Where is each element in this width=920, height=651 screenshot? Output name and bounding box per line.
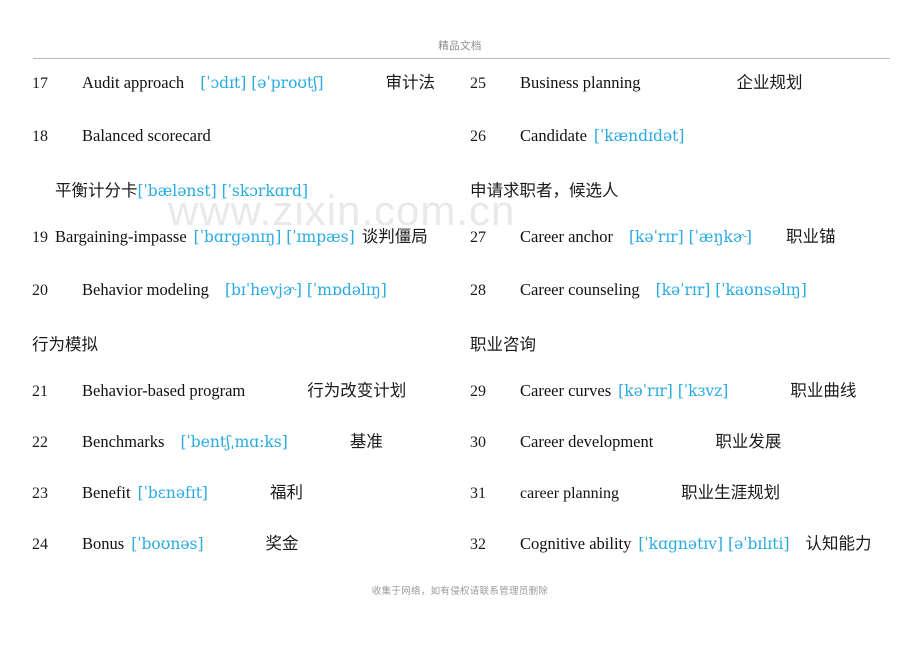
entry-translation: 职业生涯规划 <box>681 483 781 502</box>
entry-number: 22 <box>32 434 48 451</box>
header-title: 精品文档 <box>438 41 482 52</box>
entry-number: 29 <box>470 383 486 400</box>
entry-number: 26 <box>470 128 486 145</box>
entry-number: 19 <box>32 229 48 246</box>
entry-term: Behavior modeling <box>82 280 209 299</box>
entry-phonetic: [ˈkændɪdət] <box>593 127 685 145</box>
entry-phonetic: [ˈbælənst] [ˈskɔrkɑrd] <box>137 182 309 200</box>
entry-phonetic: [ˈbentʃˌmɑ:ks] <box>180 433 288 451</box>
entry-number: 18 <box>32 128 48 145</box>
glossary-entry-continuation: 职业咨询 <box>470 331 536 355</box>
entry-phonetic: [kəˈrɪr] [ˈkaʊnsəlɪŋ] <box>655 281 807 299</box>
entry-translation: 基准 <box>349 432 383 451</box>
entry-number: 25 <box>470 75 486 92</box>
glossary-entry-continuation: 申请求职者，候选人 <box>470 177 619 201</box>
entry-translation: 谈判僵局 <box>361 227 428 246</box>
glossary-entry: 26 Candidate [ˈkændɪdət] <box>470 126 685 146</box>
entry-translation: 职业锚 <box>785 227 836 246</box>
glossary-entry: 19 Bargaining-impasse [ˈbɑrgənɪŋ] [ˈɪmpæs]… <box>32 227 428 247</box>
entry-term: Benefit <box>82 483 131 502</box>
glossary-entry: 27 Career anchor [kəˈrɪr] [ˈæŋkɚ] 职业锚 <box>470 227 836 247</box>
glossary-entry: 21 Behavior-based program 行为改变计划 <box>32 381 407 401</box>
glossary-entry: 24 Bonus [ˈboʊnəs] 奖金 <box>32 534 299 554</box>
entry-translation: 企业规划 <box>736 73 803 92</box>
entry-term: Balanced scorecard <box>82 126 211 145</box>
entry-term: Career curves <box>520 381 612 400</box>
entry-translation: 认知能力 <box>805 534 872 553</box>
entry-phonetic: [ˈkɑgnətɪv] [əˈbɪlɪti] <box>638 535 790 553</box>
glossary-entry-continuation: 平衡计分卡[ˈbælənst] [ˈskɔrkɑrd] <box>55 177 308 201</box>
entry-translation: 福利 <box>269 483 303 502</box>
footer-note: 收集于网络，如有侵权请联系管理员删除 <box>371 587 549 597</box>
entry-term: Candidate <box>520 126 587 145</box>
glossary-entry: 30 Career development 职业发展 <box>470 432 782 452</box>
glossary-entry: 25 Business planning 企业规划 <box>470 73 803 93</box>
entry-term: Bargaining-impasse <box>55 227 187 246</box>
header-divider <box>33 58 890 59</box>
glossary-entry: 17 Audit approach [ˈɔdɪt] [əˈproʊtʃ] 审计法 <box>32 73 436 93</box>
entry-translation: 职业曲线 <box>790 381 857 400</box>
glossary-entry: 29 Career curves [kəˈrɪr] [ˈkɜvz] 职业曲线 <box>470 381 857 401</box>
entry-number: 23 <box>32 485 48 502</box>
entry-phonetic: [ˈbɑrgənɪŋ] [ˈɪmpæs] <box>193 228 355 246</box>
entry-translation: 职业发展 <box>715 432 782 451</box>
entry-term: Cognitive ability <box>520 534 632 553</box>
entry-term: Career anchor <box>520 227 613 246</box>
entry-number: 24 <box>32 536 48 553</box>
entry-number: 32 <box>470 536 486 553</box>
entry-phonetic: [kəˈrɪr] [ˈæŋkɚ] <box>628 228 752 246</box>
entry-phonetic: [ˈbɛnəfɪt] <box>137 484 208 502</box>
entry-translation: 职业咨询 <box>470 335 536 354</box>
glossary-entry: 23 Benefit [ˈbɛnəfɪt] 福利 <box>32 483 303 503</box>
entry-phonetic: [ˈboʊnəs] <box>131 535 204 553</box>
entry-translation: 平衡计分卡 <box>55 181 138 200</box>
entry-phonetic: [bɪˈhevjɚ] [ˈmɒdəlɪŋ] <box>224 281 387 299</box>
entry-number: 20 <box>32 282 48 299</box>
glossary-entry: 32 Cognitive ability [ˈkɑgnətɪv] [əˈbɪlɪti… <box>470 534 872 554</box>
glossary-entry: 28 Career counseling [kəˈrɪr] [ˈkaʊnsəlɪŋ] <box>470 280 807 300</box>
entry-phonetic: [ˈɔdɪt] [əˈproʊtʃ] <box>200 74 324 92</box>
entry-translation: 行为改变计划 <box>307 381 407 400</box>
document-page: www.zixin.com.cn 精品文档 17 Audit approach [ˈ… <box>0 0 920 651</box>
entry-number: 31 <box>470 485 486 502</box>
entry-translation: 行为模拟 <box>32 335 98 354</box>
entry-term: Behavior-based program <box>82 381 246 400</box>
entry-term: Bonus <box>82 534 125 553</box>
page-header: 精品文档 <box>0 38 920 62</box>
entry-number: 21 <box>32 383 48 400</box>
glossary-entry: 20 Behavior modeling [bɪˈhevjɚ] [ˈmɒdəlɪŋ] <box>32 280 387 300</box>
glossary-entry: 22 Benchmarks [ˈbentʃˌmɑ:ks] 基准 <box>32 432 383 452</box>
entry-term: Benchmarks <box>82 432 165 451</box>
glossary-entry-continuation: 行为模拟 <box>32 331 98 355</box>
entry-number: 17 <box>32 75 48 92</box>
entry-term: Audit approach <box>82 73 185 92</box>
glossary-entry: 18 Balanced scorecard <box>32 126 211 146</box>
entry-term: career planning <box>520 485 620 502</box>
glossary-entry: 31 career planning 职业生涯规划 <box>470 483 781 503</box>
entry-phonetic: [kəˈrɪr] [ˈkɜvz] <box>618 382 729 400</box>
entry-term: Career development <box>520 432 654 451</box>
entry-translation: 审计法 <box>385 73 436 92</box>
entry-translation: 奖金 <box>265 534 299 553</box>
entry-number: 28 <box>470 282 486 299</box>
entry-number: 27 <box>470 229 486 246</box>
entry-term: Business planning <box>520 73 641 92</box>
entry-number: 30 <box>470 434 486 451</box>
entry-term: Career counseling <box>520 280 640 299</box>
entry-translation: 申请求职者，候选人 <box>470 181 619 200</box>
